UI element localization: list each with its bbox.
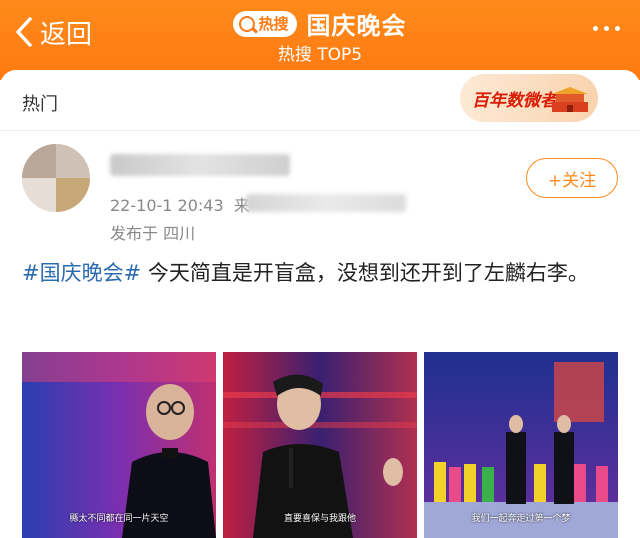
post-body: 今天简直是开盲盒，没想到还开到了左麟右李。: [141, 261, 589, 285]
content-card: 热门 百年数微者 22-10-1 20:43 来 发布于 四川 +关注 #国庆晚…: [0, 70, 640, 538]
hot-search-label: 热搜: [258, 15, 289, 33]
more-options-icon[interactable]: [593, 26, 620, 31]
search-icon: [239, 15, 256, 32]
photo-caption: 直要喜保与我跟他: [283, 514, 356, 524]
avatar[interactable]: [22, 144, 90, 212]
photo-thumbnail[interactable]: 直要喜保与我跟他: [223, 352, 417, 538]
banner-text: 百年数微者: [472, 91, 557, 111]
photo-caption: 我们一起奔走过第一个梦: [471, 514, 571, 524]
post-text: #国庆晚会# 今天简直是开盲盒，没想到还开到了左麟右李。: [22, 256, 622, 290]
follow-button[interactable]: +关注: [526, 158, 618, 198]
photo-grid: 縣太不同都在同一片天空 直要喜保与我跟他 我们一起奔走过第一个梦: [22, 352, 618, 538]
hot-search-pill[interactable]: 热搜: [233, 10, 297, 37]
post-source-blurred: [246, 194, 406, 212]
post-time: 22-10-1 20:43 来: [110, 196, 250, 215]
username-blurred[interactable]: [110, 154, 290, 176]
top-bar: 返回 热搜 国庆晚会 热搜 TOP5: [0, 0, 640, 80]
photo-thumbnail[interactable]: 縣太不同都在同一片天空: [22, 352, 216, 538]
promo-banner[interactable]: 百年数微者: [460, 74, 598, 122]
post-location: 发布于 四川: [110, 224, 196, 243]
page-subtitle: 热搜 TOP5: [277, 45, 363, 65]
photo-caption: 縣太不同都在同一片天空: [69, 514, 169, 524]
hashtag-link[interactable]: #国庆晚会#: [22, 261, 141, 285]
tab-bar: 热门 百年数微者: [0, 70, 640, 131]
title-group: 热搜 国庆晚会: [0, 6, 640, 41]
tiananmen-icon: [552, 87, 588, 112]
page-title: 国庆晚会: [306, 12, 407, 40]
photo-thumbnail[interactable]: 我们一起奔走过第一个梦: [424, 352, 618, 538]
tab-hot[interactable]: 热门: [22, 90, 58, 116]
